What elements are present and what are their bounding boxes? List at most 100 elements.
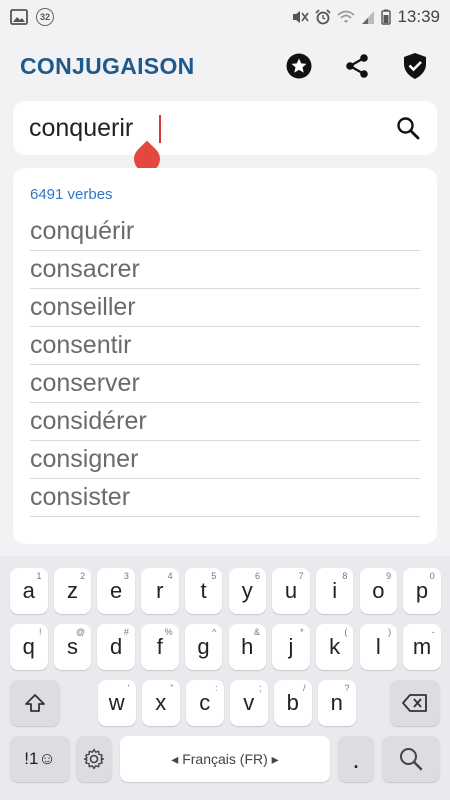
- backspace-key[interactable]: [390, 680, 440, 726]
- key-hint: @: [76, 627, 86, 637]
- key-label: i: [332, 578, 338, 603]
- key-hint: 1: [36, 571, 42, 581]
- key-hint: #: [123, 627, 129, 637]
- key-label: u: [284, 578, 298, 603]
- backspace-icon: [402, 694, 427, 712]
- verb-item[interactable]: consigner: [30, 441, 420, 479]
- key-p[interactable]: 0p: [403, 568, 441, 614]
- key-i[interactable]: 8i: [315, 568, 354, 614]
- key-t[interactable]: 5t: [184, 568, 223, 614]
- on-screen-keyboard: 1a2z3e4r5t6y7u8i9o0p ! q @ s # d% f ^ g & h * j(k) l -…: [0, 556, 450, 800]
- key-label: r: [156, 578, 164, 603]
- app-bar: CONJUGAISON: [0, 40, 450, 92]
- settings-key[interactable]: [76, 736, 112, 782]
- keyboard-row-3: ' w " x: c; v / b? n: [0, 680, 450, 726]
- key-hint: ;: [258, 683, 262, 693]
- search-input[interactable]: [29, 113, 393, 143]
- search-button[interactable]: [393, 113, 423, 143]
- share-button[interactable]: [342, 51, 372, 81]
- key-hint: :: [214, 683, 218, 693]
- battery-icon: [381, 9, 392, 25]
- key-label: m: [412, 634, 432, 659]
- verb-item[interactable]: conserver: [30, 365, 420, 403]
- key-hint: ': [127, 683, 130, 693]
- verb-count: 6491 verbes: [30, 186, 113, 203]
- key-hint: ^: [212, 627, 217, 637]
- key-label: b: [286, 690, 299, 715]
- verb-item[interactable]: conquérir: [30, 213, 420, 251]
- key-z[interactable]: 2z: [53, 568, 92, 614]
- favorites-star-icon: [286, 53, 312, 79]
- key-label: k: [329, 634, 341, 659]
- key-w[interactable]: ' w: [98, 680, 136, 726]
- symbols-key[interactable]: !1☺: [10, 736, 70, 782]
- keyboard-row-2: ! q @ s # d% f ^ g & h * j(k) l - m: [0, 624, 450, 670]
- search-icon: [400, 748, 423, 771]
- verb-item[interactable]: conseiller: [30, 289, 420, 327]
- key-hint: 8: [342, 571, 348, 581]
- key-label: g: [197, 634, 210, 659]
- keyboard-row-1: 1a2z3e4r5t6y7u8i9o0p: [0, 568, 450, 614]
- shift-arrow-icon: [25, 694, 45, 712]
- key-hint: !: [38, 627, 42, 637]
- key-hint: 4: [167, 571, 173, 581]
- key-hint: ": [170, 683, 174, 693]
- key-u[interactable]: 7u: [272, 568, 310, 614]
- key-hint: 2: [80, 571, 86, 581]
- key-k[interactable]: (k: [315, 624, 354, 670]
- key-hint: 5: [211, 571, 217, 581]
- key-a[interactable]: 1a: [10, 568, 48, 614]
- key-h[interactable]: & h: [228, 624, 266, 670]
- key-hint: -: [431, 627, 435, 637]
- key-label: j: [288, 634, 294, 659]
- key-hint: %: [164, 627, 173, 637]
- verb-item[interactable]: consacrer: [30, 251, 420, 289]
- verb-item[interactable]: considérer: [30, 403, 420, 441]
- key-r[interactable]: 4r: [141, 568, 179, 614]
- clock-time: 13:39: [397, 7, 440, 26]
- key-label: f: [156, 634, 163, 659]
- gear-icon: [83, 748, 105, 770]
- key-b[interactable]: / b: [274, 680, 312, 726]
- key-label: v: [243, 690, 255, 715]
- key-hint: 3: [123, 571, 129, 581]
- key-x[interactable]: " x: [142, 680, 180, 726]
- key-v[interactable]: ; v: [230, 680, 268, 726]
- key-g[interactable]: ^ g: [184, 624, 223, 670]
- key-label: t: [200, 578, 207, 603]
- key-y[interactable]: 6y: [228, 568, 266, 614]
- key-e[interactable]: 3e: [97, 568, 135, 614]
- verb-item[interactable]: consentir: [30, 327, 420, 365]
- key-m[interactable]: -m: [403, 624, 441, 670]
- period-key[interactable]: .: [338, 736, 374, 782]
- status-bar: 32 13:39: [0, 0, 450, 34]
- key-n[interactable]: ? n: [318, 680, 356, 726]
- key-hint: *: [300, 627, 304, 637]
- key-s[interactable]: @ s: [53, 624, 92, 670]
- key-hint: ?: [344, 683, 350, 693]
- verified-button[interactable]: [400, 51, 430, 81]
- text-cursor: [159, 115, 161, 143]
- verb-item[interactable]: consister: [30, 479, 420, 517]
- notification-count-badge: 32: [36, 8, 54, 26]
- key-d[interactable]: # d: [97, 624, 135, 670]
- key-label: x: [155, 690, 167, 715]
- key-hint: (: [344, 627, 348, 637]
- key-q[interactable]: ! q: [10, 624, 48, 670]
- results-panel: 6491 verbes conquérir consacrer conseill…: [13, 168, 437, 544]
- alarm-icon: [315, 9, 332, 25]
- key-label: q: [22, 634, 35, 659]
- search-key[interactable]: [382, 736, 440, 782]
- favorites-button[interactable]: [284, 51, 314, 81]
- key-label: a: [22, 578, 35, 603]
- key-l[interactable]: ) l: [359, 624, 398, 670]
- key-hint: 6: [254, 571, 260, 581]
- key-label: z: [66, 578, 78, 603]
- key-o[interactable]: 9o: [359, 568, 398, 614]
- key-j[interactable]: * j: [272, 624, 310, 670]
- key-c[interactable]: :c: [186, 680, 224, 726]
- key-f[interactable]: % f: [141, 624, 179, 670]
- shift-key[interactable]: [10, 680, 60, 726]
- key-hint: /: [302, 683, 306, 693]
- space-bar[interactable]: ◂ Français (FR) ▸: [120, 736, 330, 782]
